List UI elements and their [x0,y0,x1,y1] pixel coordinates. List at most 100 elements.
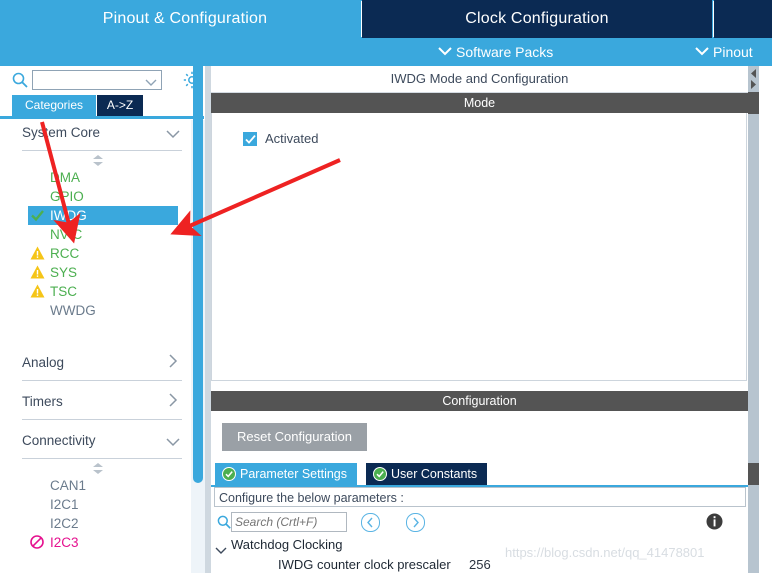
check-circle-icon [373,467,387,481]
reset-configuration-button[interactable]: Reset Configuration [222,423,367,451]
parameter-list: Watchdog Clocking IWDG counter clock pre… [211,535,748,575]
param-search-input[interactable] [231,512,347,532]
configuration-section-body: Reset Configuration Parameter Settings U… [211,411,748,573]
chevron-right-circle-icon[interactable] [406,513,425,532]
tab-user-constants-label: User Constants [391,467,478,481]
panel-scrollbar-thumb-top[interactable] [748,92,759,114]
no-entry-icon [30,535,45,550]
sidebar-scrollbar-thumb[interactable] [193,49,203,483]
menu-software-packs-label: Software Packs [456,44,554,60]
param-search-row [211,510,748,536]
tree-item-label: RCC [50,246,80,261]
warning-icon [30,265,45,280]
tree-item-can1[interactable]: CAN1 [0,476,196,495]
tree-group-connectivity[interactable]: Connectivity [22,428,182,459]
chevron-left-circle-icon[interactable] [361,513,380,532]
tree-item-wwdg[interactable]: WWDG [0,301,196,320]
mode-section-header: Mode [211,93,748,113]
sidebar-tabs-underline [0,116,204,119]
tree-item-dma[interactable]: DMA [0,168,196,187]
tree-item-label: NVIC [50,227,83,242]
param-group-watchdog-clocking[interactable]: Watchdog Clocking [211,535,748,555]
scroll-down-arrow-icon[interactable] [748,78,759,89]
tab-pinout-configuration[interactable]: Pinout & Configuration [10,0,360,38]
tree-group-label: Connectivity [22,433,96,448]
tree-item-label: I2C1 [50,497,79,512]
chevron-right-icon[interactable] [169,354,178,371]
tree-item-nvic[interactable]: NVIC [0,225,196,244]
warning-icon [30,284,45,299]
search-input[interactable] [36,73,145,89]
chevron-right-icon[interactable] [169,393,178,410]
sidebar-search-row [0,66,210,95]
tree-item-label: I2C3 [50,535,79,550]
param-row-iwdg-counter-clock-prescaler[interactable]: IWDG counter clock prescaler 256 [211,555,748,575]
tree-item-iwdg[interactable]: IWDG [28,206,178,225]
tree-item-rcc[interactable]: RCC [0,244,196,263]
tab-overflow[interactable] [714,0,772,38]
tree-item-label: SYS [50,265,78,280]
info-icon[interactable] [706,513,723,530]
panel-right-margin [759,66,772,573]
sidebar-view-tabs: Categories A->Z [0,95,210,117]
tab-a-to-z[interactable]: A->Z [97,95,143,116]
warning-icon [30,246,45,261]
search-icon [217,515,231,532]
param-group-label: Watchdog Clocking [231,537,343,552]
chevron-down-icon[interactable] [166,127,180,142]
tree-group-timers[interactable]: Timers [22,389,182,420]
sidebar: Categories A->Z System Core DMA GPIO IWD… [0,66,211,573]
tab-pinout-configuration-label: Pinout & Configuration [102,10,268,27]
search-icon [12,72,28,91]
tree-group-analog[interactable]: Analog [22,350,182,381]
peripheral-tree: System Core DMA GPIO IWDG NVIC RCC SYS T… [0,120,196,573]
chevron-down-icon [438,47,452,56]
tree-item-i2c2[interactable]: I2C2 [0,514,196,533]
configuration-section-header: Configuration [211,391,748,411]
tab-clock-configuration-label: Clock Configuration [465,10,609,27]
mode-section-body: Activated [211,113,747,381]
panel-scrollbar-thumb-bottom[interactable] [748,463,759,485]
tree-item-label: CAN1 [50,478,87,493]
tree-item-sys[interactable]: SYS [0,263,196,282]
tree-group-system-core[interactable]: System Core [22,120,182,151]
sidebar-search-combo[interactable] [32,70,162,90]
tree-item-gpio[interactable]: GPIO [0,187,196,206]
page-title: IWDG Mode and Configuration [211,66,748,93]
tab-parameter-settings-label: Parameter Settings [240,467,347,481]
menu-pinout-label: Pinout [713,44,753,60]
secondary-tool-bar: Software Packs Pinout [0,38,772,66]
tree-item-tsc[interactable]: TSC [0,282,196,301]
tree-item-label: DMA [50,170,80,185]
tree-group-label: Analog [22,355,65,370]
menu-pinout[interactable]: Pinout [695,38,753,66]
tab-clock-configuration[interactable]: Clock Configuration [362,0,712,38]
tree-scroll-handle-top[interactable] [0,151,196,168]
param-value[interactable]: 256 [469,555,491,575]
tree-item-label: IWDG [50,208,87,223]
tab-categories-label: Categories [24,98,84,112]
tree-item-i2c1[interactable]: I2C1 [0,495,196,514]
tree-item-i2c3[interactable]: I2C3 [0,533,196,552]
check-circle-icon [222,467,236,481]
tab-a-to-z-label: A->Z [106,98,134,112]
checkbox-checked-icon[interactable] [243,132,257,146]
panel-scrollbar-track[interactable] [748,66,759,573]
chevron-down-icon [695,47,709,56]
menu-software-packs[interactable]: Software Packs [438,38,553,66]
tab-categories[interactable]: Categories [12,95,96,116]
tab-user-constants[interactable]: User Constants [366,463,488,485]
configure-hint-label: Configure the below parameters : [214,487,746,507]
chevron-down-icon[interactable] [166,435,180,450]
param-name: IWDG counter clock prescaler [278,557,451,572]
chevron-down-icon[interactable] [145,75,157,90]
scroll-up-arrow-icon[interactable] [748,67,759,78]
tree-group-label: Timers [22,394,63,409]
tab-parameter-settings[interactable]: Parameter Settings [215,463,357,485]
tree-item-label: GPIO [50,189,84,204]
tree-item-label: I2C2 [50,516,79,531]
main-tab-bar: Pinout & Configuration Clock Configurati… [0,0,772,38]
activated-label: Activated [265,131,319,146]
configuration-panel: IWDG Mode and Configuration Mode Activat… [211,66,772,573]
tree-scroll-handle-bottom[interactable] [0,459,196,476]
